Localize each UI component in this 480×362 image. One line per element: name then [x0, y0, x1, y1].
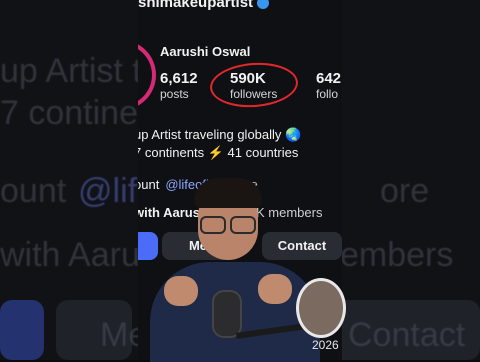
bg-ghost-follow [0, 300, 44, 360]
bg-ghost-text: up Artist tr [0, 52, 154, 90]
stat-posts[interactable]: 6,612 posts [160, 70, 198, 101]
bg-ghost-text: Contact [348, 316, 466, 354]
stat-following[interactable]: 642 follo [316, 70, 341, 101]
stat-value: 6,612 [160, 70, 198, 87]
profile-handle[interactable]: shimakeupartist [138, 0, 270, 11]
bio-line-1: up Artist traveling globally 🌏 [138, 127, 302, 142]
red-circle-annotation [208, 59, 300, 111]
avatar[interactable] [138, 40, 156, 110]
presenter-hand-left [164, 276, 198, 306]
stat-value: 642 [316, 70, 342, 87]
presenter-hair [194, 178, 262, 208]
bg-ghost-text: ount [0, 172, 67, 210]
year-label: 2026 [312, 338, 339, 352]
inset-thumbnail [296, 278, 346, 338]
presenter-hand-right [258, 274, 292, 304]
bg-ghost-text: with Aarus [0, 236, 157, 274]
microphone-icon [212, 290, 242, 338]
glasses-icon [200, 216, 256, 234]
profile-name: Aarushi Oswal [160, 44, 251, 59]
bg-ghost-text: ore [380, 172, 430, 210]
bio-line-2: 7 continents ⚡ 41 countries [138, 145, 299, 160]
bg-ghost-text: 7 continen [0, 94, 157, 132]
profile-handle-text: shimakeupartist [138, 0, 254, 11]
stat-label: follo [316, 87, 339, 101]
presenter [150, 178, 320, 362]
verified-icon [257, 0, 270, 10]
stat-label: posts [160, 87, 189, 101]
bg-ghost-text: embers [340, 236, 454, 274]
